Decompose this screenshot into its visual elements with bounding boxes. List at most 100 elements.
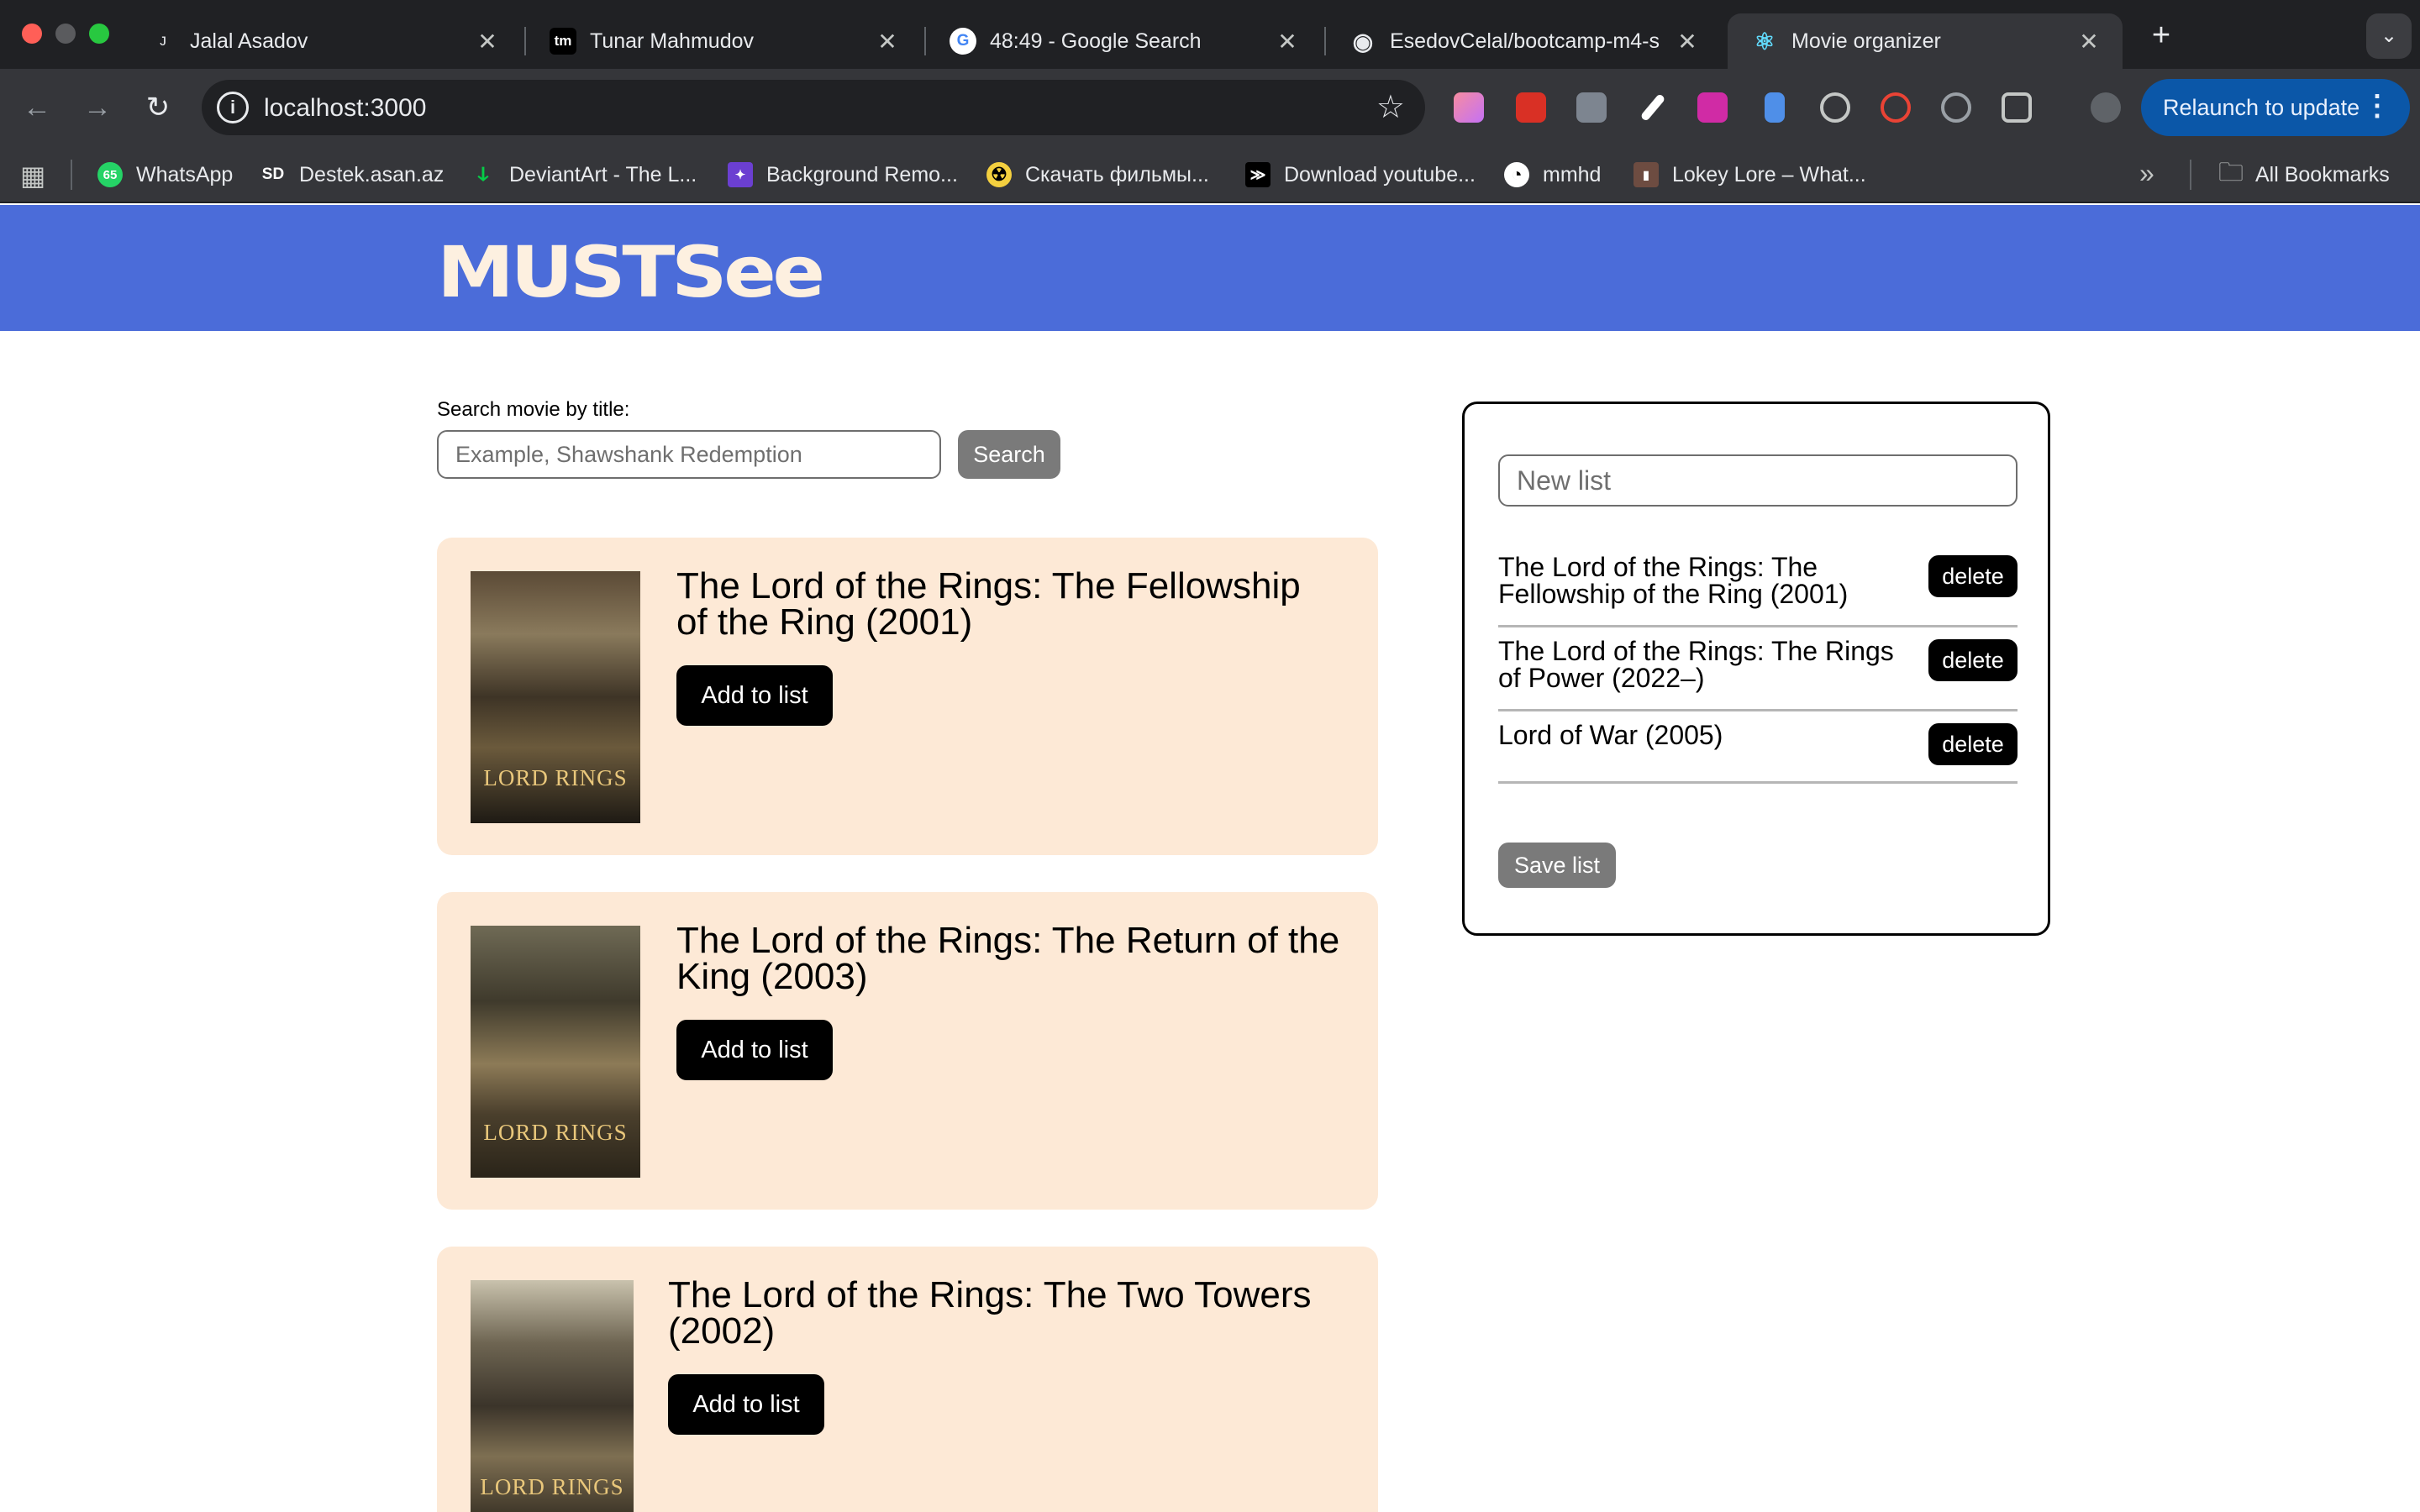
- movie-poster: LORD RINGS: [471, 926, 640, 1178]
- bookmark-label: mmhd: [1543, 162, 1602, 186]
- movie-title: The Lord of the Rings: The Fellowship of…: [676, 565, 1301, 643]
- window-minimize-icon[interactable]: [55, 24, 76, 44]
- extension-code-icon[interactable]: [1576, 92, 1607, 123]
- extension-compass-icon[interactable]: [1941, 92, 1971, 123]
- bookmark-item[interactable]: ▮ Lokey Lore – What...: [1634, 160, 1866, 190]
- apps-grid-icon[interactable]: ▦: [20, 160, 45, 192]
- reload-icon[interactable]: ↻: [138, 87, 178, 128]
- bookmark-item[interactable]: ✦ Background Remo...: [728, 160, 958, 190]
- browser-tab-active[interactable]: ⚛ Movie organizer ✕: [1728, 13, 2123, 69]
- extension-s-icon[interactable]: [1881, 92, 1911, 123]
- back-icon[interactable]: ←: [17, 87, 57, 128]
- close-icon[interactable]: ✕: [874, 28, 901, 55]
- address-bar[interactable]: i localhost:3000 ☆: [202, 80, 1425, 135]
- extensions-puzzle-icon[interactable]: [2002, 92, 2032, 123]
- kebab-menu-icon[interactable]: ⋮: [2363, 89, 2391, 123]
- add-to-list-button[interactable]: Add to list: [676, 665, 833, 726]
- lokey-icon: ▮: [1634, 162, 1659, 187]
- poster-title-text: LORD RINGS: [483, 1120, 628, 1145]
- delete-button[interactable]: delete: [1928, 555, 2018, 597]
- bookmark-divider: [2190, 160, 2191, 190]
- close-icon[interactable]: ✕: [1674, 28, 1701, 55]
- list-item: The Lord of the Rings: The Fellowship of…: [1498, 543, 2018, 627]
- list-name-input[interactable]: [1498, 454, 2018, 507]
- whatsapp-icon: 65: [97, 162, 123, 187]
- list-item: The Lord of the Rings: The Rings of Powe…: [1498, 627, 2018, 711]
- movie-title: The Lord of the Rings: The Return of the…: [676, 920, 1340, 997]
- bookmark-item[interactable]: ↆ DeviantArt - The L...: [471, 160, 697, 190]
- search-button[interactable]: Search: [958, 430, 1060, 479]
- profile-avatar-icon[interactable]: [2091, 92, 2121, 123]
- window-close-icon[interactable]: [22, 24, 42, 44]
- tab-title: EsedovCelal/bootcamp-m4-s: [1390, 29, 1660, 53]
- deviantart-icon: ↆ: [477, 163, 489, 186]
- site-info-icon[interactable]: i: [217, 92, 249, 123]
- bookmark-item[interactable]: ≫ Download youtube...: [1245, 160, 1476, 190]
- film-icon: ☢: [986, 162, 1012, 187]
- save-list-button[interactable]: Save list: [1498, 843, 1616, 888]
- bookmark-item[interactable]: ◔ mmhd: [1504, 160, 1601, 190]
- add-to-list-button[interactable]: Add to list: [668, 1374, 824, 1435]
- bookmark-divider: [71, 160, 72, 190]
- download-extension-icon[interactable]: [1697, 92, 1728, 123]
- movie-list-panel: The Lord of the Rings: The Fellowship of…: [1462, 402, 2050, 936]
- movie-card: LORD RINGS The Lord of the Rings: The Re…: [437, 892, 1378, 1210]
- extension-blue-icon[interactable]: [1765, 92, 1785, 123]
- browser-tab-strip: ᴊ Jalal Asadov ✕ tm Tunar Mahmudov ✕ G 4…: [0, 0, 2420, 69]
- new-tab-button[interactable]: +: [2141, 17, 2181, 57]
- jalal-favicon-icon: ᴊ: [159, 32, 167, 50]
- window-zoom-icon[interactable]: [89, 24, 109, 44]
- movie-poster: LORD RINGS: [471, 1280, 634, 1512]
- close-icon[interactable]: ✕: [474, 28, 501, 55]
- bookmark-label: Destek.asan.az: [299, 162, 445, 186]
- tab-title: Movie organizer: [1791, 29, 1941, 53]
- site-header: MUSTSee: [0, 205, 2420, 331]
- more-bookmarks-icon[interactable]: »: [2139, 158, 2154, 189]
- delete-button[interactable]: delete: [1928, 723, 2018, 765]
- tm-favicon-icon: tm: [550, 28, 576, 55]
- browser-tab[interactable]: G 48:49 - Google Search ✕: [926, 13, 1321, 69]
- browser-toolbar: ← → ↻ i localhost:3000 ☆ Relaunch to upd…: [0, 69, 2420, 146]
- folder-icon: 🗀: [2218, 158, 2244, 186]
- list-item-title: The Lord of the Rings: The Rings of Powe…: [1498, 636, 1894, 693]
- browser-tab[interactable]: ᴊ Jalal Asadov ✕: [126, 13, 521, 69]
- extension-gradient-icon[interactable]: [1454, 92, 1484, 123]
- all-bookmarks-label: All Bookmarks: [2255, 162, 2390, 186]
- react-icon: ⚛: [1754, 28, 1776, 55]
- tab-title: Jalal Asadov: [190, 29, 308, 53]
- extension-red-icon[interactable]: [1516, 92, 1546, 123]
- poster-title-text: LORD RINGS: [480, 1474, 624, 1499]
- forward-icon[interactable]: →: [77, 87, 118, 128]
- relaunch-to-update-button[interactable]: Relaunch to update ⋮: [2141, 79, 2410, 136]
- movie-card: LORD RINGS The Lord of the Rings: The Tw…: [437, 1247, 1378, 1512]
- url-text[interactable]: localhost:3000: [264, 94, 426, 123]
- bookmark-item[interactable]: 65 WhatsApp: [97, 160, 233, 190]
- extension-target-icon[interactable]: [1820, 92, 1850, 123]
- bookmark-label: Скачать фильмы...: [1025, 162, 1209, 186]
- tab-title: 48:49 - Google Search: [990, 29, 1202, 53]
- movie-poster: LORD RINGS: [471, 571, 640, 823]
- bookmarks-bar: ▦ 65 WhatsApp SD Destek.asan.az ↆ Devian…: [0, 146, 2420, 203]
- bookmark-star-icon[interactable]: ☆: [1376, 88, 1405, 126]
- close-icon[interactable]: ✕: [1274, 28, 1301, 55]
- bookmark-label: Download youtube...: [1284, 162, 1476, 186]
- browser-tab[interactable]: tm Tunar Mahmudov ✕: [526, 13, 921, 69]
- search-label: Search movie by title:: [437, 398, 630, 421]
- terminal-icon: ≫: [1245, 162, 1270, 187]
- tab-search-button[interactable]: ⌄: [2366, 13, 2412, 59]
- delete-button[interactable]: delete: [1928, 639, 2018, 681]
- close-icon[interactable]: ✕: [2075, 28, 2102, 55]
- search-input[interactable]: [437, 430, 941, 479]
- tab-title: Tunar Mahmudov: [590, 29, 754, 53]
- list-item-title: Lord of War (2005): [1498, 720, 1723, 750]
- bookmark-item[interactable]: ☢ Скачать фильмы...: [986, 160, 1209, 190]
- site-logo[interactable]: MUSTSee: [437, 230, 825, 314]
- browser-tab[interactable]: ◉ EsedovCelal/bootcamp-m4-s ✕: [1326, 13, 1721, 69]
- github-icon: ◉: [1352, 28, 1374, 55]
- all-bookmarks-button[interactable]: 🗀 All Bookmarks: [2218, 159, 2390, 190]
- poster-title-text: LORD RINGS: [483, 765, 628, 790]
- bookmark-item[interactable]: SD Destek.asan.az: [260, 160, 445, 190]
- eyedropper-icon[interactable]: [1639, 92, 1666, 123]
- add-to-list-button[interactable]: Add to list: [676, 1020, 833, 1080]
- google-icon: G: [950, 28, 976, 55]
